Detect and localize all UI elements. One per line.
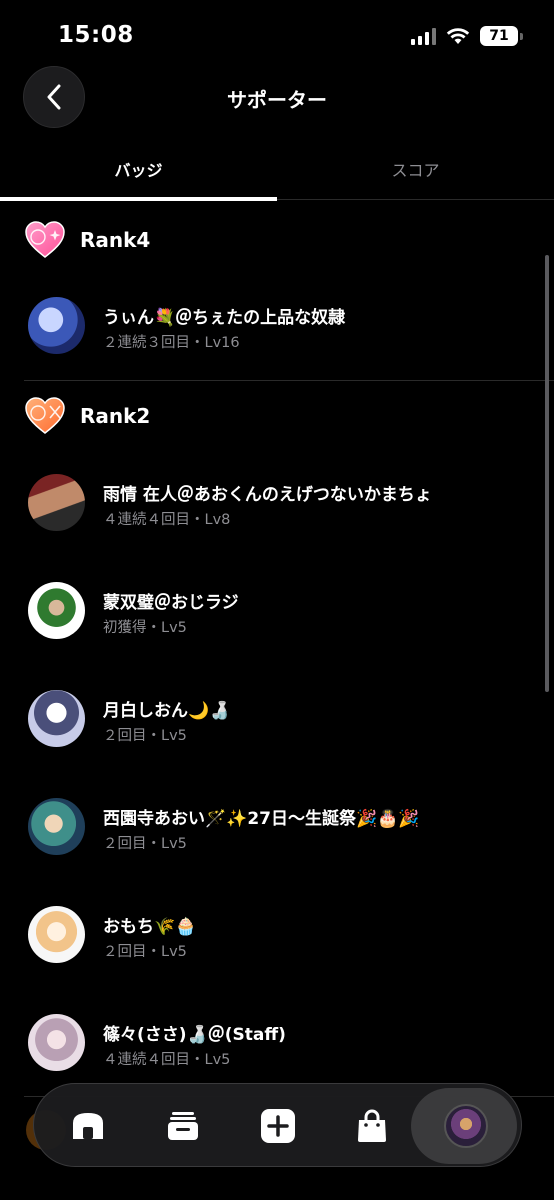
- nav-inbox[interactable]: [135, 1084, 231, 1168]
- supporter-name: 蒙双璧＠おじラジ: [103, 593, 239, 613]
- supporter-meta: ２回目・Lv5: [103, 728, 187, 744]
- supporter-meta: ２回目・Lv5: [103, 836, 187, 852]
- supporter-meta: 初獲得・Lv5: [103, 620, 187, 636]
- inbox-icon: [168, 1112, 198, 1140]
- scrollbar[interactable]: [545, 255, 549, 692]
- avatar: [28, 297, 85, 354]
- status-icons: 71: [411, 26, 523, 46]
- nav-create[interactable]: [230, 1084, 326, 1168]
- supporter-list[interactable]: Rank4 うぃん💐＠ちぇたの上品な奴隷 ２連続３回目・Lv16 Rank2 雨…: [0, 200, 554, 1200]
- bottom-nav: [33, 1083, 522, 1167]
- avatar: [28, 798, 85, 855]
- supporter-name: おもち🌾🧁: [103, 917, 197, 937]
- supporter-item[interactable]: 篠々(ささ)🍶＠(Staff) ４連続４回目・Lv5: [28, 1014, 528, 1074]
- supporter-meta: ２回目・Lv5: [103, 944, 187, 960]
- supporter-meta: ４連続４回目・Lv8: [103, 512, 231, 528]
- page-title: サポーター: [227, 88, 327, 112]
- heart-badge-icon: [25, 221, 65, 258]
- supporter-name: 西園寺あおい🪄✨27日〜生誕祭🎉🎂🎉: [103, 809, 420, 829]
- home-icon: [73, 1113, 103, 1139]
- supporter-name: 雨情 在人＠あおくんのえげつないかまちょ: [103, 485, 432, 505]
- avatar: [28, 906, 85, 963]
- profile-avatar[interactable]: [444, 1104, 488, 1148]
- tab-bar: バッジ スコア: [0, 150, 554, 201]
- cellular-signal-icon: [411, 27, 436, 45]
- app-header: サポーター: [0, 66, 554, 130]
- supporter-item[interactable]: うぃん💐＠ちぇたの上品な奴隷 ２連続３回目・Lv16: [28, 297, 528, 357]
- nav-shop[interactable]: [324, 1084, 420, 1168]
- heart-badge-icon: [25, 397, 65, 434]
- rank-header: Rank4: [24, 218, 150, 262]
- plus-icon: [261, 1109, 295, 1143]
- supporter-name: うぃん💐＠ちぇたの上品な奴隷: [103, 308, 346, 328]
- avatar: [28, 1014, 85, 1071]
- rank-label: Rank2: [80, 404, 151, 428]
- supporter-name: 篠々(ささ)🍶＠(Staff): [103, 1025, 286, 1045]
- rank-header: Rank2: [24, 394, 150, 438]
- supporter-item[interactable]: 西園寺あおい🪄✨27日〜生誕祭🎉🎂🎉 ２回目・Lv5: [28, 798, 528, 858]
- supporter-item[interactable]: 蒙双璧＠おじラジ 初獲得・Lv5: [28, 582, 528, 642]
- supporter-meta: ４連続４回目・Lv5: [103, 1052, 231, 1068]
- nav-home[interactable]: [40, 1084, 136, 1168]
- supporter-name: 月白しおん🌙🍶: [103, 701, 231, 721]
- supporter-item[interactable]: 雨情 在人＠あおくんのえげつないかまちょ ４連続４回目・Lv8: [28, 474, 528, 534]
- wifi-icon: [446, 28, 470, 44]
- supporter-item[interactable]: 月白しおん🌙🍶 ２回目・Lv5: [28, 690, 528, 750]
- status-time: 15:08: [58, 22, 134, 48]
- supporter-item[interactable]: おもち🌾🧁 ２回目・Lv5: [28, 906, 528, 966]
- rank-label: Rank4: [80, 228, 151, 252]
- bag-icon: [358, 1109, 386, 1142]
- tab-score[interactable]: スコア: [277, 150, 554, 200]
- tab-badge[interactable]: バッジ: [0, 150, 277, 201]
- avatar: [28, 582, 85, 639]
- avatar: [28, 690, 85, 747]
- supporter-meta: ２連続３回目・Lv16: [103, 335, 240, 351]
- section-divider: [24, 380, 554, 381]
- battery-indicator: 71: [480, 26, 523, 46]
- avatar: [28, 474, 85, 531]
- status-bar: 15:08 71: [0, 0, 554, 70]
